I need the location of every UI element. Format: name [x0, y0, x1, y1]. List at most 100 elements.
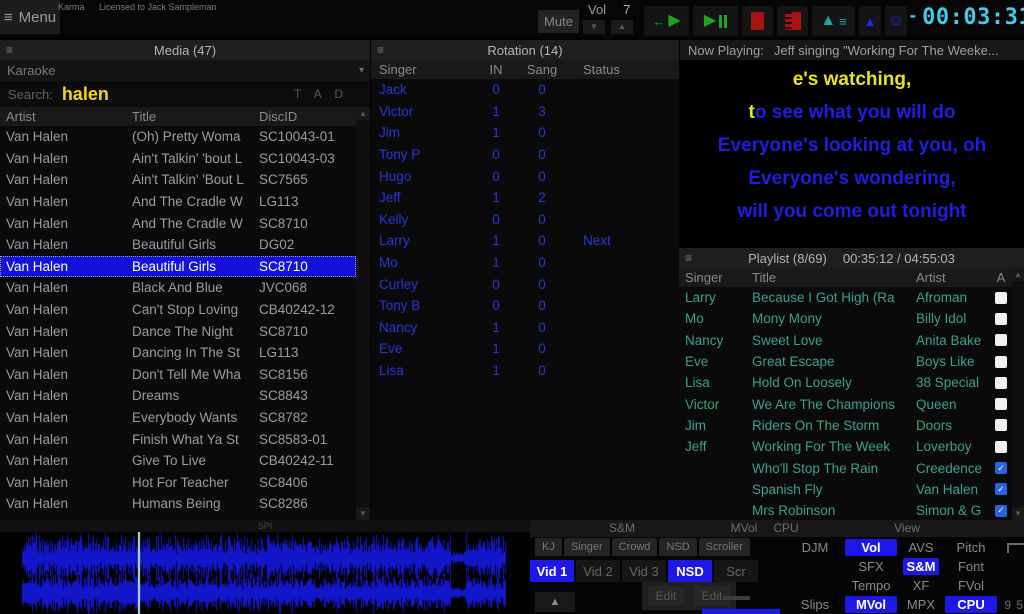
playlist-checkbox[interactable] — [995, 377, 1007, 389]
button-sfx[interactable]: SFX — [842, 557, 900, 576]
media-row[interactable]: Van HalenDreamsSC8843 — [0, 385, 356, 407]
media-search-input[interactable]: Search: halen T A D — [0, 81, 370, 107]
scroll-up-icon[interactable]: ▴ — [1012, 268, 1024, 281]
mini-slider[interactable] — [723, 596, 750, 600]
rotation-row[interactable]: Lisa10 — [371, 360, 679, 382]
playlist-row[interactable]: Mrs RobinsonSimon & G✓ — [679, 500, 1012, 520]
column-title[interactable]: Title — [752, 270, 916, 285]
media-row[interactable]: Van HalenBlack And BlueJVC068 — [0, 277, 356, 299]
media-category-dropdown[interactable]: Karaoke ▾ — [0, 60, 370, 81]
rotation-row[interactable]: Tony P00 — [371, 144, 679, 166]
button-avs[interactable]: AVS — [900, 538, 942, 557]
playlist-menu-icon[interactable]: ≡ — [685, 251, 692, 265]
scroll-down-icon[interactable]: ▾ — [1012, 507, 1024, 520]
play-pause-button[interactable]: ▶ — [693, 6, 738, 36]
playlist-checkbox[interactable]: ✓ — [995, 505, 1007, 517]
media-row[interactable]: Van HalenAnd The Cradle WLG113 — [0, 191, 356, 213]
button-vid-2[interactable]: Vid 2 — [576, 560, 620, 582]
media-row[interactable]: Van HalenBeautiful GirlsDG02 — [0, 234, 356, 256]
rotation-row[interactable]: Mo10 — [371, 252, 679, 274]
playlist-row[interactable]: VictorWe Are The ChampionsQueen — [679, 393, 1012, 414]
playlist-row[interactable]: Spanish FlyVan Halen✓ — [679, 479, 1012, 500]
media-row[interactable]: Van HalenDance The NightSC8710 — [0, 320, 356, 342]
button-cpu[interactable]: CPU — [945, 596, 997, 613]
media-row[interactable]: Van HalenAin't Talkin' 'bout LSC10043-03 — [0, 148, 356, 170]
button-djm[interactable]: DJM — [788, 538, 842, 557]
playlist-checkbox[interactable] — [995, 334, 1007, 346]
playlist-checkbox[interactable] — [995, 313, 1007, 325]
playlist-row[interactable]: NancySweet LoveAnita Bake — [679, 330, 1012, 351]
playlist-row[interactable]: JimRiders On The StormDoors — [679, 415, 1012, 436]
playlist-checkbox[interactable]: ✓ — [995, 483, 1007, 495]
media-row[interactable]: Van HalenFinish What Ya StSC8583-01 — [0, 428, 356, 450]
rotation-row[interactable]: Victor13 — [371, 101, 679, 123]
media-scrollbar[interactable]: ▴ ▾ — [356, 107, 370, 520]
mute-button[interactable]: Mute — [538, 10, 579, 33]
button-vid-3[interactable]: Vid 3 — [622, 560, 666, 582]
button-pitch[interactable]: Pitch — [942, 538, 1000, 557]
button-scr[interactable]: Scr — [714, 560, 758, 582]
button-nsd[interactable]: NSD — [668, 560, 712, 582]
menu-button[interactable]: ≡ Menu — [0, 0, 60, 34]
playlist-checkbox[interactable] — [995, 398, 1007, 410]
media-menu-icon[interactable]: ≡ — [6, 43, 13, 57]
window-icon[interactable] — [1007, 543, 1024, 553]
rotation-menu-icon[interactable]: ≡ — [377, 43, 384, 57]
media-row[interactable]: Van HalenDancing In The StLG113 — [0, 342, 356, 364]
expand-up-button[interactable]: ▲ — [535, 592, 575, 612]
tab-kj[interactable]: KJ — [535, 538, 562, 556]
rotation-row[interactable]: Jack00 — [371, 79, 679, 101]
button-fvol[interactable]: FVol — [942, 576, 1000, 595]
button-font[interactable]: Font — [942, 557, 1000, 576]
scroll-down-icon[interactable]: ▾ — [356, 507, 370, 520]
column-in[interactable]: IN — [476, 62, 516, 77]
button-s-m[interactable]: S&M — [903, 558, 939, 575]
stop-playlist-button[interactable] — [777, 6, 808, 36]
playlist-row[interactable]: MoMony MonyBilly Idol — [679, 308, 1012, 329]
media-row[interactable]: Van HalenEverybody WantsSC8782 — [0, 407, 356, 429]
column-artist[interactable]: Artist — [916, 270, 990, 285]
waveform-canvas[interactable] — [0, 532, 530, 614]
playlist-row[interactable]: EveGreat EscapeBoys Like — [679, 351, 1012, 372]
tab-scroller[interactable]: Scroller — [699, 538, 750, 556]
button-slips[interactable]: Slips — [788, 595, 842, 614]
scroll-up-icon[interactable]: ▴ — [356, 107, 370, 120]
playlist-checkbox[interactable] — [995, 356, 1007, 368]
column-singer[interactable]: Singer — [371, 62, 476, 77]
column-check[interactable]: A — [990, 270, 1012, 285]
rotation-row[interactable]: Jim10 — [371, 122, 679, 144]
button-mpx[interactable]: MPX — [900, 595, 942, 614]
playlist-scrollbar[interactable]: ▴ ▾ — [1012, 268, 1024, 520]
playlist-checkbox[interactable] — [995, 441, 1007, 453]
rotation-row[interactable]: Hugo00 — [371, 165, 679, 187]
playlist-row[interactable]: LisaHold On Loosely38 Special — [679, 372, 1012, 393]
playlist-row[interactable]: LarryBecause I Got High (RaAfroman — [679, 287, 1012, 308]
playlist-checkbox[interactable] — [995, 292, 1007, 304]
rotation-row[interactable]: Eve10 — [371, 338, 679, 360]
rotation-row[interactable]: Jeff12 — [371, 187, 679, 209]
column-artist[interactable]: Artist — [0, 109, 132, 124]
media-row[interactable]: Van HalenAnd The Cradle WSC8710 — [0, 212, 356, 234]
column-discid[interactable]: DiscID — [259, 109, 370, 124]
button-tempo[interactable]: Tempo — [842, 576, 900, 595]
restart-button[interactable]: ← ▶ — [644, 6, 689, 36]
button-vol[interactable]: Vol — [845, 539, 897, 556]
media-row[interactable]: Van HalenDon't Tell Me WhaSC8156 — [0, 364, 356, 386]
tab-nsd[interactable]: NSD — [659, 538, 696, 556]
volume-down-button[interactable]: ▼ — [583, 20, 605, 34]
raise-button[interactable]: ▲ — [859, 6, 881, 36]
button-xf[interactable]: XF — [900, 576, 942, 595]
playlist-row[interactable]: Who'll Stop The RainCreedence✓ — [679, 457, 1012, 478]
playlist-checkbox[interactable] — [995, 419, 1007, 431]
search-flag-toggles[interactable]: T A D — [294, 87, 348, 101]
media-row[interactable]: Van HalenGive To LiveCB40242-11 — [0, 450, 356, 472]
rotation-row[interactable]: Nancy10 — [371, 317, 679, 339]
media-row[interactable]: Van HalenHot For TeacherSC8406 — [0, 472, 356, 494]
tab-crowd[interactable]: Crowd — [612, 538, 658, 556]
rotation-row[interactable]: Larry10Next — [371, 230, 679, 252]
media-row[interactable]: Van HalenBeautiful GirlsSC8710 — [0, 256, 356, 278]
playlist-checkbox[interactable]: ✓ — [995, 462, 1007, 474]
volume-up-button[interactable]: ▲ — [611, 20, 633, 34]
media-row[interactable]: Van HalenCan't Stop LovingCB40242-12 — [0, 299, 356, 321]
button-mvol[interactable]: MVol — [845, 596, 897, 613]
